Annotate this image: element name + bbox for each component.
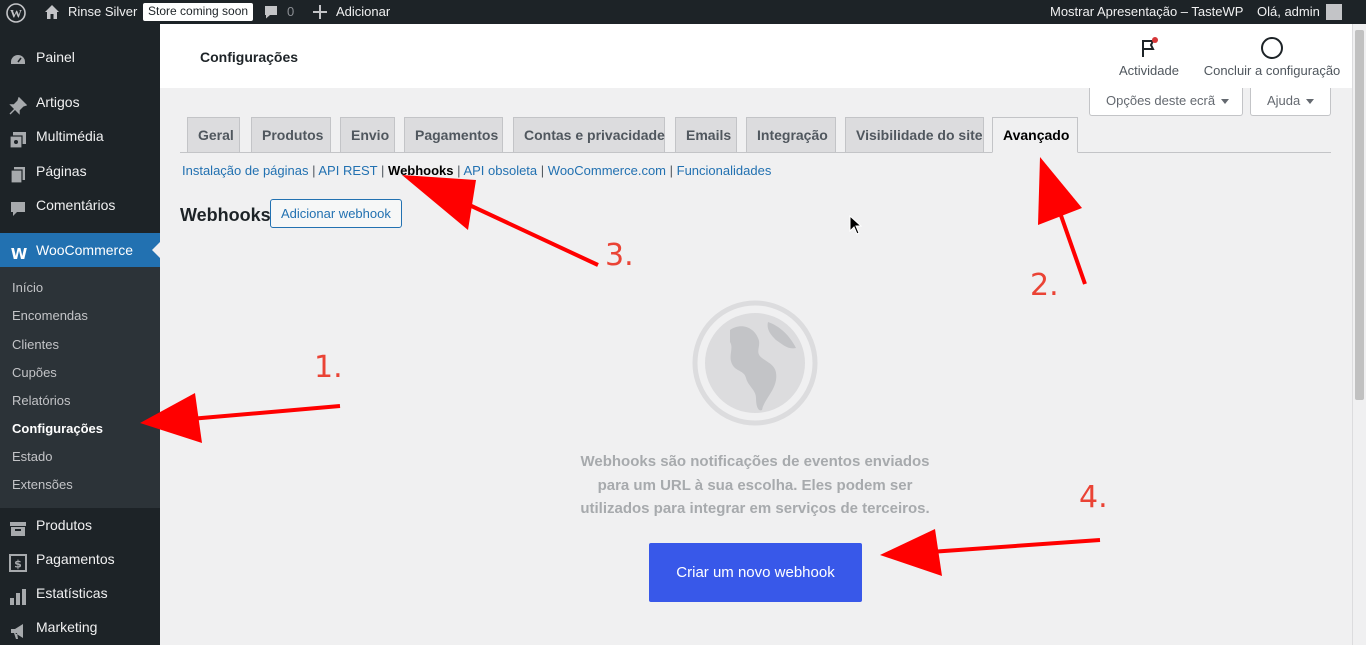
annotation-3: 3. — [605, 238, 634, 273]
annotation-4: 4. — [1079, 480, 1108, 515]
annotation-1: 1. — [314, 350, 343, 385]
arrow-2-head — [1038, 157, 1082, 225]
annotation-arrows — [140, 157, 1101, 576]
mouse-cursor-icon — [849, 215, 863, 235]
arrow-3-line — [449, 194, 599, 267]
arrow-1-head — [140, 393, 202, 443]
scrollbar-thumb[interactable] — [1355, 30, 1364, 400]
arrow-4-head — [880, 529, 942, 576]
page-scrollbar[interactable] — [1352, 24, 1366, 645]
arrow-4-line — [929, 538, 1101, 554]
arrow-1-line — [189, 404, 341, 421]
arrow-3-head — [402, 175, 476, 230]
arrow-2-line — [1056, 206, 1087, 285]
annotation-2: 2. — [1030, 268, 1059, 303]
